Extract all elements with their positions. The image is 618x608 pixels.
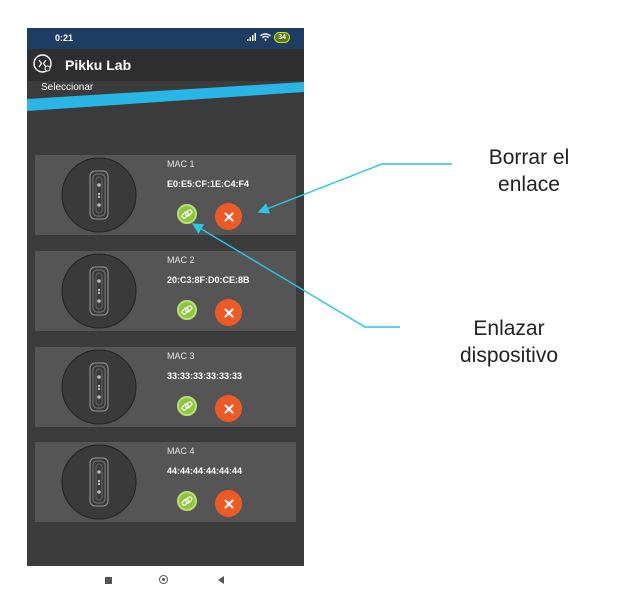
annotation-arrows bbox=[191, 163, 452, 328]
annotation-line: Borrar el bbox=[488, 146, 570, 169]
annotation-line: Enlazar bbox=[473, 317, 545, 340]
annotation-line: dispositivo bbox=[459, 344, 559, 367]
annotation-line-delete bbox=[257, 163, 452, 214]
annotation-line-link bbox=[191, 223, 400, 328]
annotation-line: enlace bbox=[498, 173, 560, 196]
annotation-link-device: Enlazar dispositivo bbox=[434, 315, 584, 369]
annotation-delete-link: Borrar el enlace bbox=[464, 144, 594, 198]
